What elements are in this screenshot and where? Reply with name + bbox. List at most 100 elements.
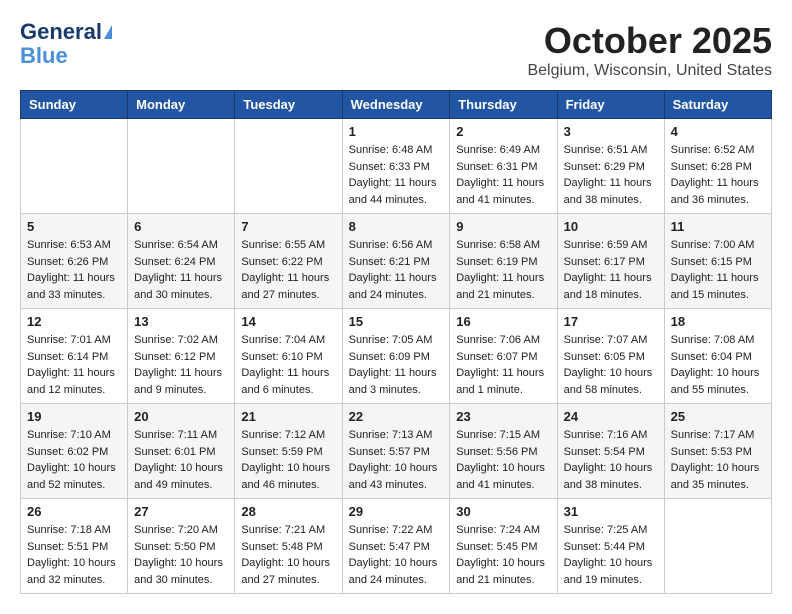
day-number: 25 <box>671 409 765 424</box>
calendar-cell: 7Sunrise: 6:55 AM Sunset: 6:22 PM Daylig… <box>235 214 342 309</box>
day-info: Sunrise: 7:18 AM Sunset: 5:51 PM Dayligh… <box>27 522 121 588</box>
day-number: 1 <box>349 124 444 139</box>
calendar-cell: 8 Sunrise: 6:56 AM Sunset: 6:21 PM Daylig… <box>342 214 450 309</box>
day-number: 16 <box>456 314 550 329</box>
day-number: 26 <box>27 504 121 519</box>
header-sunday: Sunday <box>21 91 128 119</box>
calendar-cell: 28 Sunrise: 7:21 AM Sunset: 5:48 PM Dayli… <box>235 499 342 594</box>
title-block: October 2025 Belgium, Wisconsin, United … <box>527 20 772 80</box>
logo: General Blue <box>20 20 112 68</box>
calendar-cell: 31 Sunrise: 7:25 AM Sunset: 5:44 PM Dayli… <box>557 499 664 594</box>
calendar-cell <box>128 119 235 214</box>
day-info: Sunrise: 7:24 AM Sunset: 5:45 PM Dayligh… <box>456 522 550 588</box>
day-number: 30 <box>456 504 550 519</box>
day-info: Sunrise: 6:52 AM Sunset: 6:28 PM Dayligh… <box>671 142 765 208</box>
day-info: Sunrise: 6:56 AM Sunset: 6:21 PM Dayligh… <box>349 237 444 303</box>
day-number: 13 <box>134 314 228 329</box>
day-info: Sunrise: 6:59 AM Sunset: 6:17 PM Dayligh… <box>564 237 658 303</box>
day-info: Sunrise: 7:16 AM Sunset: 5:54 PM Dayligh… <box>564 427 658 493</box>
calendar-cell: 16 Sunrise: 7:06 AM Sunset: 6:07 PM Dayli… <box>450 309 557 404</box>
header-thursday: Thursday <box>450 91 557 119</box>
page-header: General Blue October 2025 Belgium, Wisco… <box>20 20 772 80</box>
calendar-cell: 19 Sunrise: 7:10 AM Sunset: 6:02 PM Dayli… <box>21 404 128 499</box>
calendar-cell: 29 Sunrise: 7:22 AM Sunset: 5:47 PM Dayli… <box>342 499 450 594</box>
day-info: Sunrise: 6:51 AM Sunset: 6:29 PM Dayligh… <box>564 142 658 208</box>
week-row-3: 12Sunrise: 7:01 AM Sunset: 6:14 PM Dayli… <box>21 309 772 404</box>
day-number: 24 <box>564 409 658 424</box>
calendar-cell <box>664 499 771 594</box>
calendar-cell <box>235 119 342 214</box>
weekday-header-row: Sunday Monday Tuesday Wednesday Thursday… <box>21 91 772 119</box>
day-number: 21 <box>241 409 335 424</box>
day-number: 20 <box>134 409 228 424</box>
logo-triangle-icon <box>104 25 112 39</box>
calendar-cell: 1Sunrise: 6:48 AM Sunset: 6:33 PM Daylig… <box>342 119 450 214</box>
calendar-cell: 18Sunrise: 7:08 AM Sunset: 6:04 PM Dayli… <box>664 309 771 404</box>
day-number: 23 <box>456 409 550 424</box>
day-number: 6 <box>134 219 228 234</box>
day-info: Sunrise: 7:04 AM Sunset: 6:10 PM Dayligh… <box>241 332 335 398</box>
day-info: Sunrise: 7:17 AM Sunset: 5:53 PM Dayligh… <box>671 427 765 493</box>
day-info: Sunrise: 7:01 AM Sunset: 6:14 PM Dayligh… <box>27 332 121 398</box>
week-row-5: 26 Sunrise: 7:18 AM Sunset: 5:51 PM Dayli… <box>21 499 772 594</box>
day-number: 10 <box>564 219 658 234</box>
day-number: 3 <box>564 124 658 139</box>
day-number: 15 <box>349 314 444 329</box>
calendar-cell: 24 Sunrise: 7:16 AM Sunset: 5:54 PM Dayli… <box>557 404 664 499</box>
day-info: Sunrise: 7:22 AM Sunset: 5:47 PM Dayligh… <box>349 522 444 588</box>
calendar-cell: 11 Sunrise: 7:00 AM Sunset: 6:15 PM Dayli… <box>664 214 771 309</box>
day-number: 5 <box>27 219 121 234</box>
day-info: Sunrise: 6:53 AM Sunset: 6:26 PM Dayligh… <box>27 237 121 303</box>
header-friday: Friday <box>557 91 664 119</box>
day-info: Sunrise: 7:25 AM Sunset: 5:44 PM Dayligh… <box>564 522 658 588</box>
week-row-4: 19 Sunrise: 7:10 AM Sunset: 6:02 PM Dayli… <box>21 404 772 499</box>
calendar-cell: 2 Sunrise: 6:49 AM Sunset: 6:31 PM Daylig… <box>450 119 557 214</box>
logo-general: General <box>20 20 102 44</box>
day-info: Sunrise: 6:49 AM Sunset: 6:31 PM Dayligh… <box>456 142 550 208</box>
logo-blue: Blue <box>20 44 68 68</box>
day-number: 4 <box>671 124 765 139</box>
day-number: 22 <box>349 409 444 424</box>
header-wednesday: Wednesday <box>342 91 450 119</box>
calendar-cell: 30 Sunrise: 7:24 AM Sunset: 5:45 PM Dayli… <box>450 499 557 594</box>
day-info: Sunrise: 6:54 AM Sunset: 6:24 PM Dayligh… <box>134 237 228 303</box>
day-info: Sunrise: 7:15 AM Sunset: 5:56 PM Dayligh… <box>456 427 550 493</box>
day-number: 31 <box>564 504 658 519</box>
calendar-cell: 6 Sunrise: 6:54 AM Sunset: 6:24 PM Daylig… <box>128 214 235 309</box>
day-info: Sunrise: 7:21 AM Sunset: 5:48 PM Dayligh… <box>241 522 335 588</box>
calendar-cell: 22 Sunrise: 7:13 AM Sunset: 5:57 PM Dayli… <box>342 404 450 499</box>
day-info: Sunrise: 7:02 AM Sunset: 6:12 PM Dayligh… <box>134 332 228 398</box>
day-info: Sunrise: 7:00 AM Sunset: 6:15 PM Dayligh… <box>671 237 765 303</box>
day-number: 7 <box>241 219 335 234</box>
day-number: 14 <box>241 314 335 329</box>
day-number: 9 <box>456 219 550 234</box>
day-info: Sunrise: 7:06 AM Sunset: 6:07 PM Dayligh… <box>456 332 550 398</box>
week-row-2: 5 Sunrise: 6:53 AM Sunset: 6:26 PM Daylig… <box>21 214 772 309</box>
calendar-title: October 2025 <box>527 20 772 62</box>
header-saturday: Saturday <box>664 91 771 119</box>
day-number: 8 <box>349 219 444 234</box>
day-info: Sunrise: 7:12 AM Sunset: 5:59 PM Dayligh… <box>241 427 335 493</box>
day-info: Sunrise: 7:08 AM Sunset: 6:04 PM Dayligh… <box>671 332 765 398</box>
calendar-cell: 15 Sunrise: 7:05 AM Sunset: 6:09 PM Dayli… <box>342 309 450 404</box>
calendar-cell: 23 Sunrise: 7:15 AM Sunset: 5:56 PM Dayli… <box>450 404 557 499</box>
calendar-cell: 13 Sunrise: 7:02 AM Sunset: 6:12 PM Dayli… <box>128 309 235 404</box>
day-info: Sunrise: 7:05 AM Sunset: 6:09 PM Dayligh… <box>349 332 444 398</box>
calendar-cell: 4 Sunrise: 6:52 AM Sunset: 6:28 PM Daylig… <box>664 119 771 214</box>
header-monday: Monday <box>128 91 235 119</box>
header-tuesday: Tuesday <box>235 91 342 119</box>
day-number: 28 <box>241 504 335 519</box>
calendar-cell: 26 Sunrise: 7:18 AM Sunset: 5:51 PM Dayli… <box>21 499 128 594</box>
day-info: Sunrise: 7:13 AM Sunset: 5:57 PM Dayligh… <box>349 427 444 493</box>
day-info: Sunrise: 7:10 AM Sunset: 6:02 PM Dayligh… <box>27 427 121 493</box>
day-number: 2 <box>456 124 550 139</box>
calendar-cell: 5 Sunrise: 6:53 AM Sunset: 6:26 PM Daylig… <box>21 214 128 309</box>
day-number: 19 <box>27 409 121 424</box>
calendar-cell: 3 Sunrise: 6:51 AM Sunset: 6:29 PM Daylig… <box>557 119 664 214</box>
calendar-subtitle: Belgium, Wisconsin, United States <box>527 62 772 80</box>
day-number: 29 <box>349 504 444 519</box>
day-number: 11 <box>671 219 765 234</box>
day-number: 17 <box>564 314 658 329</box>
calendar-cell: 14 Sunrise: 7:04 AM Sunset: 6:10 PM Dayli… <box>235 309 342 404</box>
calendar-cell: 21 Sunrise: 7:12 AM Sunset: 5:59 PM Dayli… <box>235 404 342 499</box>
